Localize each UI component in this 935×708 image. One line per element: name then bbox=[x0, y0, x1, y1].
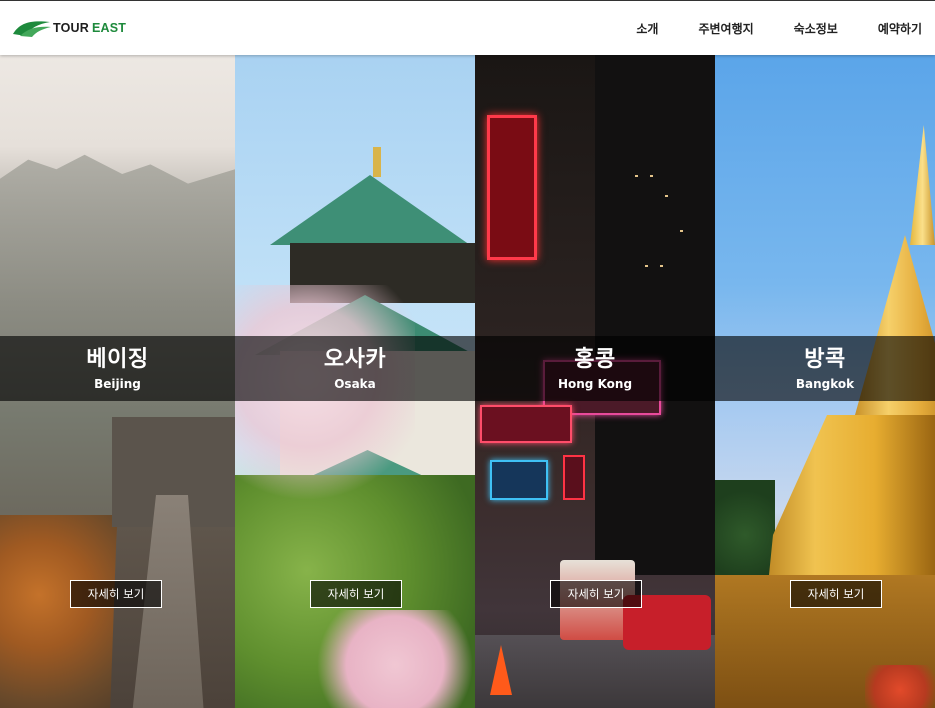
city-name-ko: 방콕 bbox=[804, 346, 846, 372]
destination-title-band: 베이징 Beijing bbox=[0, 336, 235, 401]
main-nav: 소개 주변여행지 숙소정보 예약하기 bbox=[616, 1, 935, 56]
destination-card-hong-kong[interactable]: 홍콩 Hong Kong 자세히 보기 bbox=[475, 55, 715, 708]
destination-title-band: 오사카 Osaka bbox=[235, 336, 475, 401]
destination-card-bangkok[interactable]: 방콕 Bangkok 자세히 보기 bbox=[715, 55, 935, 708]
details-button-hong-kong[interactable]: 자세히 보기 bbox=[550, 580, 642, 608]
logo[interactable]: TOUR EAST bbox=[12, 17, 126, 39]
destination-title-band: 방콕 Bangkok bbox=[715, 336, 935, 401]
nav-item-booking[interactable]: 예약하기 bbox=[864, 20, 935, 37]
city-name-en: Osaka bbox=[334, 376, 376, 391]
city-name-ko: 오사카 bbox=[323, 346, 387, 372]
tour-east-wave-logo-icon bbox=[13, 21, 51, 37]
logo-tour-text: TOUR bbox=[53, 21, 89, 35]
site-header: TOUR EAST 소개 주변여행지 숙소정보 예약하기 bbox=[0, 0, 935, 55]
nav-item-accommodation[interactable]: 숙소정보 bbox=[780, 20, 852, 37]
details-button-beijing[interactable]: 자세히 보기 bbox=[70, 580, 162, 608]
city-name-ko: 베이징 bbox=[86, 346, 149, 372]
city-name-en: Hong Kong bbox=[557, 376, 633, 391]
destination-card-beijing[interactable]: 베이징 Beijing 자세히 보기 bbox=[0, 55, 235, 708]
logo-east-text: EAST bbox=[92, 21, 127, 35]
city-name-ko: 홍콩 bbox=[574, 346, 616, 372]
destination-card-osaka[interactable]: 오사카 Osaka 자세히 보기 bbox=[235, 55, 475, 708]
city-name-en: Bangkok bbox=[795, 376, 855, 391]
nav-item-intro[interactable]: 소개 bbox=[622, 20, 672, 37]
details-button-osaka[interactable]: 자세히 보기 bbox=[310, 580, 402, 608]
nav-item-nearby[interactable]: 주변여행지 bbox=[684, 20, 767, 37]
details-button-bangkok[interactable]: 자세히 보기 bbox=[790, 580, 882, 608]
destination-panels: 베이징 Beijing 자세히 보기 오사카 Osaka 자세히 보기 홍콩 H… bbox=[0, 55, 935, 708]
city-name-en: Beijing bbox=[94, 376, 141, 391]
destination-title-band: 홍콩 Hong Kong bbox=[475, 336, 715, 401]
